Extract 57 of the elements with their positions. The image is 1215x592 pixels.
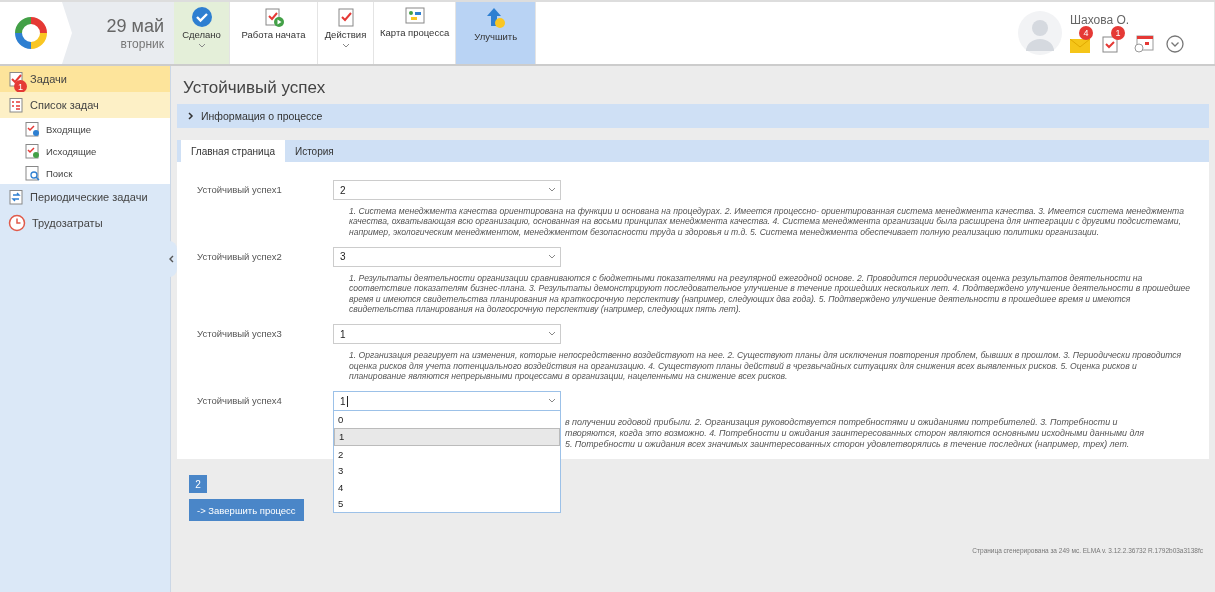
caret-icon [548, 331, 556, 338]
clipboard-check-icon [24, 143, 40, 159]
select-field[interactable]: 1 [333, 324, 561, 345]
sidebar-item[interactable]: Задачи 1 [0, 66, 170, 92]
clipboard-check-icon [335, 6, 356, 28]
description-text: творяются, когда это возможно. 4. Потребности и ожидания заинтересованных сторон являются основными исходными данными для [565, 427, 1145, 439]
field-description: 1. Результаты деятельности организации сравниваются с бюджетными показателями на регулярной ежегодной основе. 2. Проводится периодическая оценка результатов деятельности на соответствие показателям бизнес-плана. 3. Результаты демонстрируют последовательное улучшение в течение прошедших нескольких лет. 4. Подтверждено улучшение деятельности в прошедшее время и имеются свидетельства планирования на краткосрочную перспективу (например, следующих два года). 5. Подтверждено улучшение деятельности в прошедшее время и имеются свидетельства планирования на долгосрочную перспективу (например, следующих пять лет). [349, 272, 1192, 315]
checklist-icon [8, 97, 24, 113]
page-button[interactable]: 2 [189, 475, 207, 494]
count-badge: 4 [1079, 26, 1093, 40]
clipboard-play-icon [262, 6, 285, 28]
arrow-up-icon [484, 6, 507, 30]
calendar-clock-icon [1134, 35, 1154, 53]
field-label: Устойчивый успех3 [197, 327, 283, 342]
sidebar-item[interactable]: Исходящие [0, 140, 170, 162]
check-circle-icon [190, 6, 213, 28]
avatar-icon [1018, 11, 1062, 55]
sidebar-item[interactable]: Периодические задачи [0, 184, 170, 210]
sidebar-item[interactable]: Трудозатраты [0, 210, 170, 236]
description-text: 5. Потребности и ожидания всех значимых заинтересованных сторон удовлетворялись в течение последних (например, трех) лет. [565, 438, 1131, 450]
clipboard-check-icon [24, 121, 40, 137]
field-label: Устойчивый успех2 [197, 249, 283, 264]
page-title: Устойчивый успех [183, 78, 327, 98]
tab[interactable]: История [284, 140, 344, 162]
description-text: в получении годовой прибыли. 2. Организация руководствуется потребностями и ожиданиями потребителей. 3. Потребности и [565, 417, 1119, 428]
process-map-icon [403, 6, 426, 26]
caret-icon [548, 187, 556, 193]
tab[interactable]: Главная страница [181, 140, 285, 162]
toolbar-button[interactable]: Сделано [174, 2, 230, 64]
clipboard-search-icon [24, 165, 40, 181]
chevron-right-icon [187, 112, 195, 120]
user-name: Шахова О. [1070, 13, 1131, 27]
chevron-left-icon [168, 255, 174, 263]
sidebar-item[interactable]: Входящие [0, 118, 170, 140]
sidebar-item[interactable]: Поиск [0, 162, 170, 184]
select-field[interactable]: 3 [333, 246, 561, 267]
text-cursor [346, 395, 348, 407]
field-label: Устойчивый успех4 [197, 394, 283, 409]
envelope-icon [1070, 39, 1090, 53]
clock-icon [8, 214, 26, 232]
panel-title: Информация о процессе [201, 110, 323, 122]
sidebar-item[interactable]: Список задач [0, 92, 170, 118]
field-label: Устойчивый успех1 [197, 183, 283, 197]
count-badge: 1 [1111, 26, 1125, 40]
clipboard-arrows-icon [8, 189, 24, 205]
field-description: 1. Система менеджмента качества ориентирована на функции и основана на процедурах. 2. Имеется процессно- ориентированная система менеджмента качества. 3. Имеется система менеджмента качества, охватывающая всю организацию, основанная на восьми принципах менеджмента качества. 4. Система менеджмента организации была расширена для интеграции с другими подсистемами, например, экологическим менеджментом, менеджментом безопасности труда и здоровья и т.д. 5. Система менеджмента обеспечивает полную реализацию политики организации. [349, 206, 1185, 237]
finish-button[interactable]: -> Завершить процесс [189, 499, 304, 522]
weekday-text: вторник [120, 36, 164, 51]
caret-icon [548, 253, 556, 260]
field-description: 1. Организация реагирует на изменения, которые непосредственно воздействуют на нее. 2. Существуют планы для исключения повторения проблем, бывших в прошлом. 3. Периодически проводится оценка рисков для учета потенциального воздействия на организацию. 4. Существуют планы действий в чрезвычайных ситуациях для снижения всех выявленных рисков. 5. Оценка рисков и планирование являются непрерывными процессами в организации, нацеленными на снижение всех рисков. [349, 350, 1183, 382]
select-field[interactable]: 2 [333, 180, 561, 200]
chevron-down-icon[interactable] [1166, 35, 1184, 53]
caret-icon [548, 398, 556, 405]
info-panel-header[interactable]: Информация о процессе [177, 104, 1209, 128]
task-check-icon [1102, 35, 1118, 53]
toolbar-button[interactable]: Улучшить [456, 2, 537, 64]
date-text: 29 май [106, 15, 164, 37]
